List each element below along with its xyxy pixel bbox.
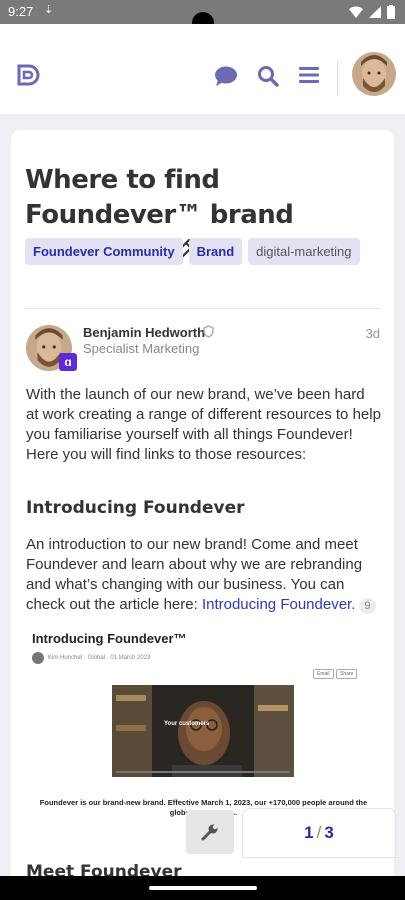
flair-badge-icon: ɑ bbox=[59, 353, 77, 371]
tag-foundever-community[interactable]: Foundever Community bbox=[25, 238, 183, 265]
home-gesture-pill[interactable] bbox=[149, 886, 257, 890]
link-click-count: 9 bbox=[359, 598, 376, 614]
menu-icon[interactable] bbox=[299, 65, 319, 85]
post-date[interactable]: 3d bbox=[366, 326, 380, 341]
status-icons bbox=[349, 5, 395, 19]
article-preview-image[interactable]: Introducing Foundever™ Kim Hunchet · Glo… bbox=[26, 625, 381, 825]
header-separator bbox=[337, 60, 338, 96]
embed-share-button: Share bbox=[336, 669, 358, 679]
section-heading-introducing: Introducing Foundever bbox=[26, 498, 245, 518]
embed-caption-line1: Foundever is our brand-new brand. Effect… bbox=[39, 798, 368, 807]
battery-icon bbox=[387, 5, 395, 19]
video-caption: Your customers bbox=[164, 721, 210, 727]
tag-brand[interactable]: Brand bbox=[188, 238, 243, 265]
tag-list: Foundever Community Brand digital-market… bbox=[25, 238, 360, 265]
signal-icon bbox=[369, 6, 381, 18]
progress-total: 3 bbox=[324, 823, 334, 842]
post-author-name[interactable]: Benjamin Hedworth bbox=[83, 325, 205, 340]
post-progress-indicator[interactable]: 1 / 3 bbox=[242, 808, 396, 858]
post-author-title: Specialist Marketing bbox=[83, 341, 200, 356]
embed-title: Introducing Foundever™ bbox=[32, 631, 187, 646]
embed-author-avatar bbox=[32, 652, 44, 664]
chat-icon[interactable] bbox=[214, 65, 238, 87]
introducing-foundever-link[interactable]: Introducing Foundever. bbox=[202, 596, 355, 613]
embed-meta: Kim Hunchet · Global · 01 March 2023 bbox=[48, 655, 151, 661]
divider bbox=[25, 308, 380, 309]
embed-video: Your customers bbox=[112, 685, 294, 777]
wifi-icon bbox=[349, 6, 363, 18]
status-time: 9:27 bbox=[8, 4, 34, 19]
wrench-icon bbox=[201, 824, 218, 841]
foundever-logo-icon[interactable] bbox=[14, 61, 42, 89]
app-header bbox=[0, 24, 405, 114]
topic-admin-button[interactable] bbox=[186, 810, 234, 854]
search-icon[interactable] bbox=[257, 65, 279, 87]
post-intro: With the launch of our new brand, we’ve … bbox=[26, 386, 381, 463]
section-introducing-text: An introduction to our new brand! Come a… bbox=[26, 535, 381, 615]
download-icon: ⇣ bbox=[44, 4, 54, 16]
embed-email-button: Email bbox=[313, 669, 334, 679]
progress-current: 1 bbox=[304, 823, 314, 842]
user-avatar[interactable] bbox=[352, 52, 396, 96]
moderator-shield-icon bbox=[203, 325, 214, 338]
tag-digital-marketing[interactable]: digital-marketing bbox=[248, 238, 360, 265]
system-navigation-bar bbox=[0, 876, 405, 900]
topic-card: Where to find Foundever™ brand resources… bbox=[11, 130, 394, 900]
